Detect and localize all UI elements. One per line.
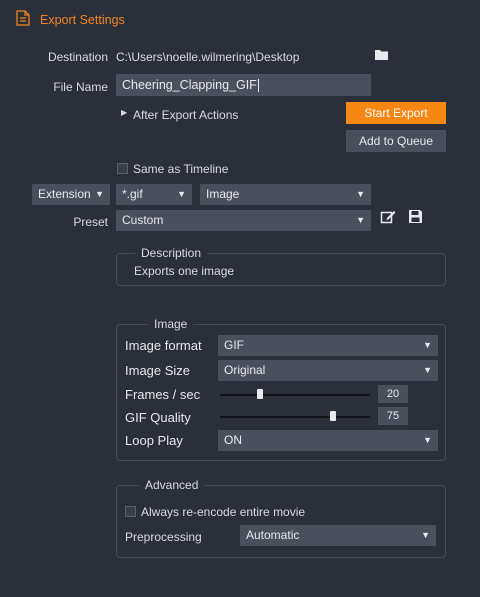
save-preset-icon[interactable] bbox=[408, 209, 423, 224]
panel-title: Export Settings bbox=[40, 13, 125, 27]
output-kind-value: Image bbox=[206, 187, 240, 201]
image-format-value: GIF bbox=[224, 338, 244, 352]
dropdown-arrow-icon: ▼ bbox=[95, 189, 104, 199]
type-select[interactable]: Extension ▼ bbox=[32, 184, 110, 205]
loop-play-label: Loop Play bbox=[125, 433, 183, 448]
after-export-actions-toggle[interactable]: After Export Actions bbox=[133, 108, 238, 122]
image-size-select[interactable]: Original ▼ bbox=[218, 360, 438, 381]
advanced-legend: Advanced bbox=[139, 478, 205, 492]
gif-quality-slider[interactable] bbox=[220, 416, 370, 418]
advanced-panel bbox=[116, 485, 446, 558]
dropdown-arrow-icon: ▼ bbox=[421, 530, 430, 540]
loop-play-select[interactable]: ON ▼ bbox=[218, 430, 438, 451]
dropdown-arrow-icon: ▼ bbox=[356, 215, 365, 225]
image-format-select[interactable]: GIF ▼ bbox=[218, 335, 438, 356]
image-legend: Image bbox=[148, 317, 194, 331]
file-name-value: Cheering_Clapping_GIF bbox=[122, 78, 257, 92]
same-as-timeline-checkbox[interactable] bbox=[117, 163, 128, 174]
preprocessing-value: Automatic bbox=[246, 528, 300, 542]
description-text: Exports one image bbox=[134, 264, 235, 278]
file-name-label: File Name bbox=[53, 80, 108, 94]
frames-per-sec-slider[interactable] bbox=[220, 394, 370, 396]
extension-select-value: *.gif bbox=[122, 187, 143, 201]
add-to-queue-button[interactable]: Add to Queue bbox=[346, 130, 446, 152]
frames-per-sec-slider-handle[interactable] bbox=[257, 389, 263, 399]
preprocessing-select[interactable]: Automatic ▼ bbox=[240, 525, 436, 546]
output-kind-select[interactable]: Image ▼ bbox=[200, 184, 371, 205]
folder-icon[interactable] bbox=[375, 49, 388, 60]
preset-select[interactable]: Custom ▼ bbox=[116, 210, 371, 231]
destination-label: Destination bbox=[47, 50, 108, 64]
type-select-value: Extension bbox=[38, 187, 91, 201]
dropdown-arrow-icon: ▼ bbox=[423, 435, 432, 445]
dropdown-arrow-icon: ▼ bbox=[356, 189, 365, 199]
preset-select-value: Custom bbox=[122, 213, 164, 227]
reencode-label: Always re-encode entire movie bbox=[141, 505, 306, 519]
description-legend: Description bbox=[135, 246, 208, 260]
destination-path: C:\Users\noelle.wilmering\Desktop bbox=[116, 50, 300, 64]
preprocessing-label: Preprocessing bbox=[125, 530, 202, 544]
loop-play-value: ON bbox=[224, 433, 242, 447]
preset-label: Preset bbox=[73, 215, 108, 229]
same-as-timeline-label: Same as Timeline bbox=[133, 162, 229, 176]
frames-per-sec-label: Frames / sec bbox=[125, 387, 201, 402]
dropdown-arrow-icon: ▼ bbox=[423, 365, 432, 375]
document-icon bbox=[16, 10, 30, 26]
reencode-checkbox[interactable] bbox=[125, 506, 136, 517]
image-format-label: Image format bbox=[125, 338, 202, 353]
file-name-input[interactable]: Cheering_Clapping_GIF bbox=[116, 74, 371, 96]
dropdown-arrow-icon: ▼ bbox=[423, 340, 432, 350]
dropdown-arrow-icon: ▼ bbox=[177, 189, 186, 199]
image-size-label: Image Size bbox=[125, 363, 191, 378]
edit-preset-icon[interactable] bbox=[380, 209, 396, 225]
expand-arrow-icon[interactable]: ▶ bbox=[121, 108, 127, 117]
extension-select[interactable]: *.gif ▼ bbox=[116, 184, 192, 205]
start-export-button[interactable]: Start Export bbox=[346, 102, 446, 124]
gif-quality-label: GIF Quality bbox=[125, 410, 191, 425]
gif-quality-slider-handle[interactable] bbox=[330, 411, 336, 421]
frames-per-sec-value[interactable]: 20 bbox=[378, 385, 408, 403]
image-size-value: Original bbox=[224, 363, 266, 377]
gif-quality-value[interactable]: 75 bbox=[378, 407, 408, 425]
